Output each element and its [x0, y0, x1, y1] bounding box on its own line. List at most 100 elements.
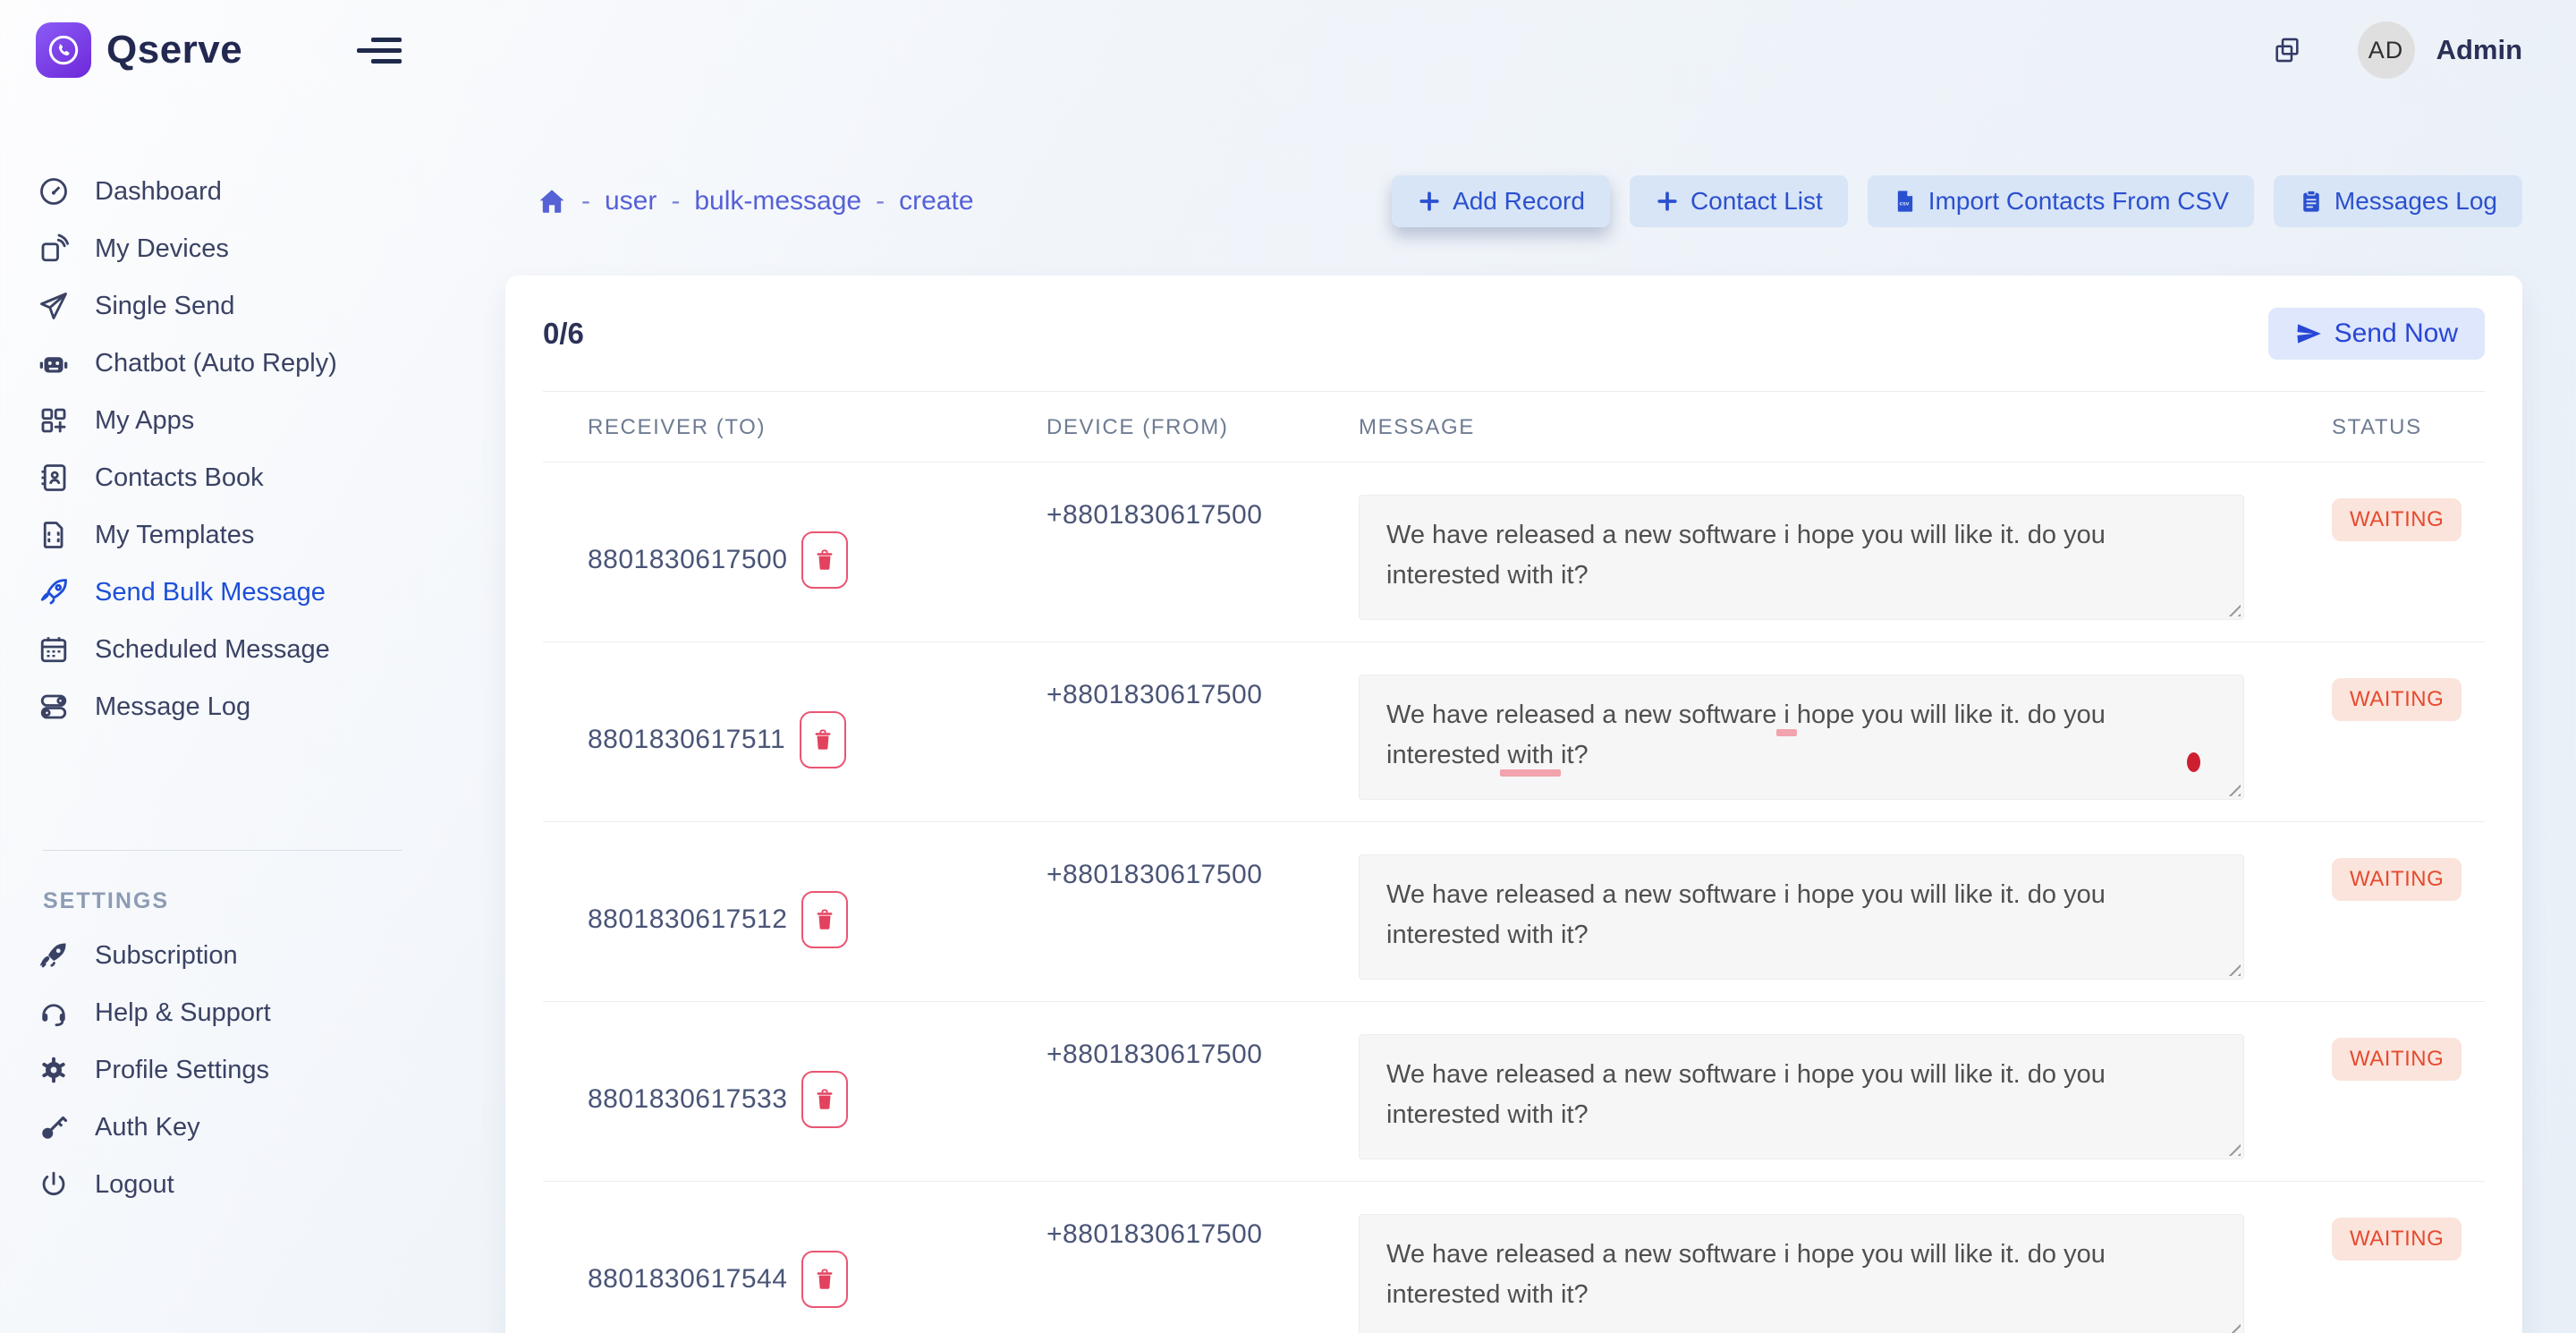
message-textarea[interactable]: We have released a new software i hope y… [1359, 1034, 2244, 1159]
status-badge: WAITING [2332, 858, 2462, 901]
delete-record-button[interactable] [801, 891, 848, 948]
settings-heading: SETTINGS [43, 888, 447, 914]
status-badge: WAITING [2332, 498, 2462, 541]
address-book-icon [38, 462, 70, 494]
message-textarea[interactable]: We have released a new software i hope y… [1359, 854, 2244, 980]
table-row: 8801830617512 +8801830617500 We have rel… [543, 822, 2485, 1002]
receiver-number: 8801830617544 [588, 1264, 787, 1295]
sidebar-item-contacts-book[interactable]: Contacts Book [0, 449, 447, 506]
sidebar-item-auth-key[interactable]: Auth Key [0, 1099, 447, 1156]
trash-icon [813, 907, 836, 932]
trash-icon [813, 1087, 836, 1112]
breadcrumb-create[interactable]: create [899, 186, 973, 217]
resize-handle-icon[interactable] [2227, 1142, 2241, 1156]
status-badge: WAITING [2332, 1218, 2462, 1261]
gear-icon [38, 1054, 70, 1086]
resize-handle-icon[interactable] [2227, 963, 2241, 976]
power-icon [38, 1168, 70, 1201]
spellcheck-mark: i [1784, 700, 1789, 729]
sidebar-item-help-support[interactable]: Help & Support [0, 984, 447, 1041]
home-icon[interactable] [537, 186, 567, 217]
add-record-button[interactable]: Add Record [1392, 175, 1610, 227]
resize-handle-icon[interactable] [2227, 1322, 2241, 1333]
delete-record-button[interactable] [800, 711, 846, 768]
delete-record-button[interactable] [801, 531, 848, 589]
sidebar-item-my-apps[interactable]: My Apps [0, 392, 447, 449]
import-csv-button[interactable]: csv Import Contacts From CSV [1868, 175, 2254, 227]
brand-logo[interactable]: Qserve [36, 22, 242, 78]
sidebar-divider [43, 850, 402, 851]
topbar: Qserve AD Admin [0, 0, 2576, 100]
plus-icon [1655, 189, 1680, 214]
breadcrumb-bulk-message[interactable]: bulk-message [694, 186, 861, 217]
col-receiver: RECEIVER (TO) [543, 415, 1046, 440]
delete-record-button[interactable] [801, 1071, 848, 1128]
messages-log-button[interactable]: Messages Log [2274, 175, 2522, 227]
receiver-number: 8801830617512 [588, 904, 787, 935]
progress-counter: 0/6 [543, 317, 584, 351]
action-buttons: Add Record Contact List csv Import Conta… [1392, 175, 2522, 227]
table-row: 8801830617544 +8801830617500 We have rel… [543, 1182, 2485, 1333]
plus-icon [1417, 189, 1442, 214]
status-badge: WAITING [2332, 1038, 2462, 1081]
col-message: MESSAGE [1359, 415, 2332, 440]
whatsapp-phone-icon [36, 22, 91, 78]
table-row: 8801830617500 +8801830617500 We have rel… [543, 463, 2485, 642]
rocket-icon [38, 576, 70, 608]
sidebar-item-message-log[interactable]: Message Log [0, 678, 447, 735]
sidebar-item-subscription[interactable]: Subscription [0, 927, 447, 984]
sidebar: Dashboard My Devices Single Send Chatbot… [0, 100, 447, 1333]
sidebar-item-logout[interactable]: Logout [0, 1156, 447, 1213]
bulk-message-card: 0/6 Send Now RECEIVER (TO) DEVICE (FROM)… [505, 276, 2522, 1333]
avatar[interactable]: AD [2358, 21, 2415, 79]
sidebar-item-scheduled-message[interactable]: Scheduled Message [0, 621, 447, 678]
delete-record-button[interactable] [801, 1251, 848, 1308]
resize-handle-icon[interactable] [2227, 783, 2241, 796]
sidebar-item-profile-settings[interactable]: Profile Settings [0, 1041, 447, 1099]
csv-file-icon: csv [1893, 189, 1918, 214]
rocket-filled-icon [38, 939, 70, 972]
contact-list-button[interactable]: Contact List [1630, 175, 1848, 227]
headset-icon [38, 997, 70, 1029]
send-now-button[interactable]: Send Now [2268, 308, 2485, 360]
sidebar-item-single-send[interactable]: Single Send [0, 277, 447, 335]
table-row: 8801830617533 +8801830617500 We have rel… [543, 1002, 2485, 1182]
brand-name: Qserve [106, 28, 242, 72]
device-number: +8801830617500 [1046, 495, 1359, 620]
calendar-icon [38, 633, 70, 666]
receiver-number: 8801830617533 [588, 1084, 787, 1115]
table-row: 8801830617511 +8801830617500 We have rel… [543, 642, 2485, 822]
device-number: +8801830617500 [1046, 1034, 1359, 1159]
copy-window-icon[interactable] [2272, 35, 2302, 65]
svg-text:csv: csv [1899, 201, 1909, 208]
breadcrumb-user[interactable]: user [605, 186, 657, 217]
device-number: +8801830617500 [1046, 675, 1359, 800]
message-textarea[interactable]: We have released a new software i hope y… [1359, 495, 2244, 620]
user-name[interactable]: Admin [2436, 34, 2522, 66]
speedometer-icon [38, 175, 70, 208]
spellcheck-mark: with [1507, 741, 1554, 769]
trash-icon [811, 727, 835, 752]
resize-handle-icon[interactable] [2227, 603, 2241, 616]
message-textarea[interactable]: We have released a new software i hope y… [1359, 675, 2244, 800]
trash-icon [813, 1267, 836, 1292]
sidebar-item-my-templates[interactable]: My Templates [0, 506, 447, 564]
message-textarea[interactable]: We have released a new software i hope y… [1359, 1214, 2244, 1333]
key-icon [38, 1111, 70, 1143]
robot-icon [38, 347, 70, 379]
grid-plus-icon [38, 404, 70, 437]
trash-icon [813, 548, 836, 573]
app: Qserve AD Admin Dashboard My Devices [0, 0, 2576, 1333]
template-file-icon [38, 519, 70, 551]
menu-toggle-icon[interactable] [357, 38, 402, 64]
clipboard-icon [2299, 189, 2324, 214]
paper-plane-filled-icon [2295, 320, 2322, 347]
sidebar-item-chatbot[interactable]: Chatbot (Auto Reply) [0, 335, 447, 392]
sidebar-item-dashboard[interactable]: Dashboard [0, 163, 447, 220]
sidebar-item-send-bulk-message[interactable]: Send Bulk Message [0, 564, 447, 621]
breadcrumb: - user - bulk-message - create [505, 186, 974, 217]
col-status: STATUS [2332, 415, 2485, 440]
sidebar-item-my-devices[interactable]: My Devices [0, 220, 447, 277]
receiver-number: 8801830617511 [588, 725, 785, 755]
table-header: RECEIVER (TO) DEVICE (FROM) MESSAGE STAT… [543, 392, 2485, 463]
